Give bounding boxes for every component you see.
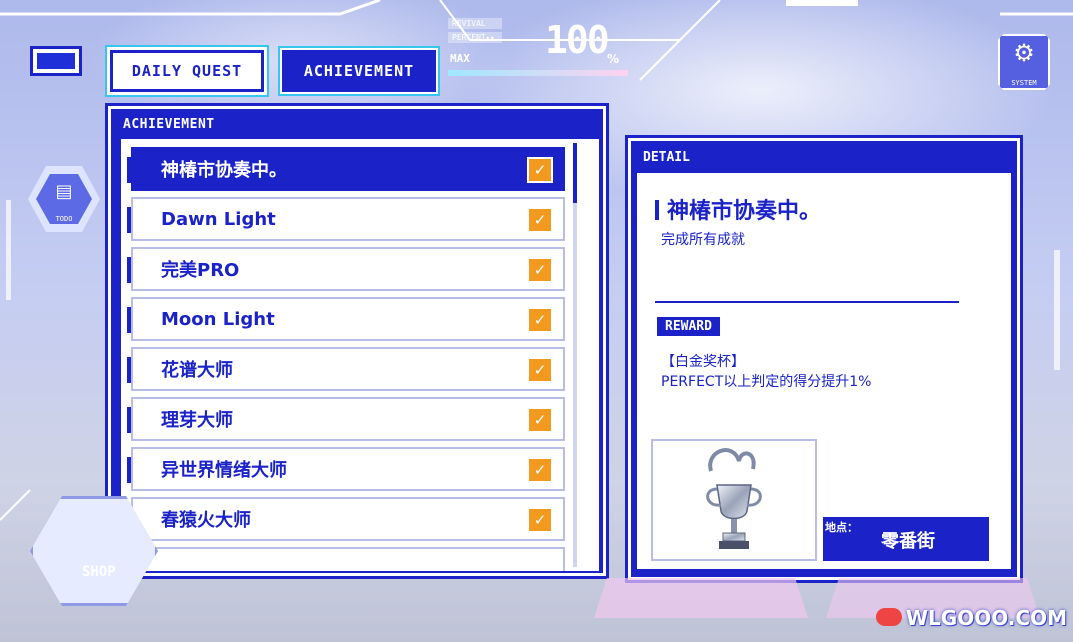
menu-logo-button[interactable]: [30, 46, 82, 76]
achievement-item[interactable]: 花谱大师 ✓: [127, 347, 565, 391]
detail-body: 神椿市协奏中。 完成所有成就 REWARD 【白金奖杯】 PERFECT以上判定…: [637, 173, 1011, 569]
achievement-item[interactable]: 理芽大师 ✓: [127, 397, 565, 441]
trophy-image: [651, 439, 817, 561]
bottom-nav-decoration: [594, 578, 808, 618]
achievement-item[interactable]: Dawn Light ✓: [127, 197, 565, 241]
check-icon: ✓: [527, 507, 553, 533]
achievement-item-label: 完美PRO: [161, 260, 240, 281]
reward-name: 【白金奖杯】: [661, 354, 745, 370]
achievement-item[interactable]: [127, 547, 565, 571]
divider: [655, 301, 959, 303]
achievement-item-label: 理芽大师: [161, 410, 233, 431]
watermark: WLGOOO.COM: [906, 606, 1067, 630]
achievement-item-label: Moon Light: [161, 308, 275, 330]
gear-icon: ⚙: [1013, 39, 1035, 67]
achievement-list[interactable]: 神椿市协奏中。 ✓ Dawn Light ✓ 完美PRO ✓ Moon Ligh…: [121, 139, 599, 571]
check-icon: ✓: [527, 257, 553, 283]
check-icon: ✓: [527, 307, 553, 333]
achievement-item[interactable]: 完美PRO ✓: [127, 247, 565, 291]
detail-panel-title: DETAIL: [643, 150, 690, 165]
achievement-description: 完成所有成就: [661, 232, 745, 248]
system-button[interactable]: ⚙ SYSTEM: [998, 34, 1050, 90]
meter-bar: [448, 70, 628, 76]
shop-label: SHOP: [82, 564, 116, 580]
achievement-item[interactable]: 异世界情绪大师 ✓: [127, 447, 565, 491]
system-label: SYSTEM: [1011, 79, 1037, 87]
revival-label: REVIVAL: [448, 18, 502, 29]
achievement-scrollbar[interactable]: [573, 143, 577, 567]
location-label: 地点：: [825, 519, 858, 535]
achievement-item-label: Dawn Light: [161, 208, 276, 230]
achievement-panel: ACHIEVEMENT 神椿市协奏中。 ✓ Dawn Light ✓ 完美PRO…: [105, 103, 609, 579]
achievement-item-label: 花谱大师: [161, 360, 233, 381]
scrollbar-thumb[interactable]: [573, 143, 577, 203]
achievement-item-label: 神椿市协奏中。: [161, 160, 287, 181]
achievement-item-label: 异世界情绪大师: [161, 460, 287, 481]
todo-label: TODO: [55, 215, 73, 223]
location-value: 零番街: [881, 531, 935, 552]
check-icon: ✓: [527, 457, 553, 483]
tab-daily-quest[interactable]: DAILY QUEST: [110, 50, 264, 92]
achievement-item[interactable]: 春猿火大师 ✓: [127, 497, 565, 541]
achievement-item[interactable]: 神椿市协奏中。 ✓: [127, 147, 565, 191]
check-icon: ✓: [527, 407, 553, 433]
meter-value: 100: [545, 18, 610, 62]
check-icon: ✓: [527, 357, 553, 383]
check-icon: ✓: [527, 207, 553, 233]
percent-label: PERCENT▸▸: [448, 32, 502, 43]
meter-unit: %: [607, 52, 620, 66]
detail-panel: DETAIL 神椿市协奏中。 完成所有成就 REWARD 【白金奖杯】 PERF…: [625, 135, 1023, 583]
achievement-item[interactable]: Moon Light ✓: [127, 297, 565, 341]
percent-meter-labels: REVIVAL PERCENT▸▸: [448, 18, 502, 46]
achievement-item-label: 春猿火大师: [161, 510, 251, 531]
gamepad-icon: [876, 608, 902, 626]
document-icon: ▤: [55, 181, 73, 202]
reward-tag: REWARD: [657, 317, 720, 336]
meter-max-label: MAX: [450, 52, 470, 65]
check-icon: ✓: [527, 157, 553, 183]
achievement-name: 神椿市协奏中。: [655, 193, 821, 225]
trophy-icon: [706, 448, 762, 549]
reward-effect: PERFECT以上判定的得分提升1%: [661, 374, 872, 390]
location-box: 地点： 零番街: [823, 517, 989, 561]
achievement-panel-title: ACHIEVEMENT: [123, 117, 215, 132]
tab-achievement[interactable]: ACHIEVEMENT: [282, 50, 436, 92]
